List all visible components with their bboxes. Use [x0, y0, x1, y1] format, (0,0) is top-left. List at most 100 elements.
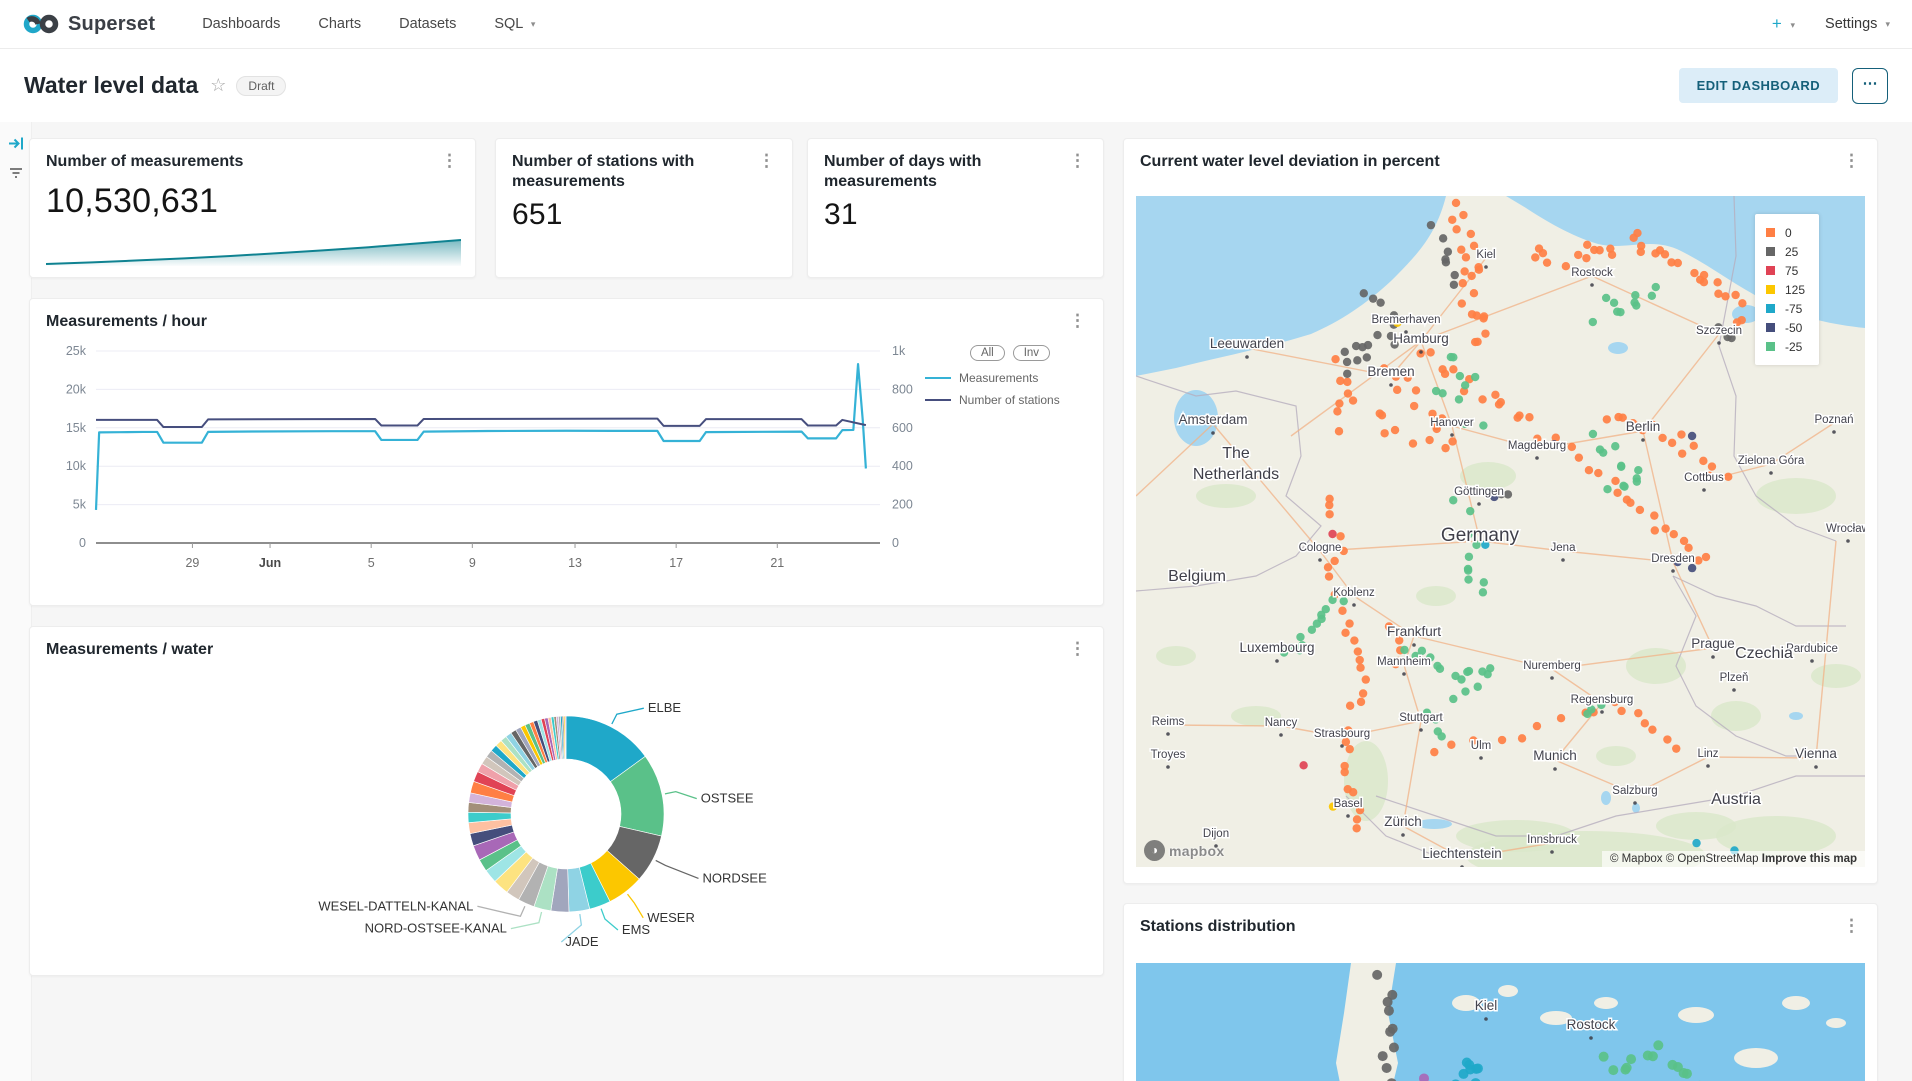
station-dot[interactable] — [1680, 537, 1688, 545]
station-dot[interactable] — [1610, 299, 1618, 307]
map-legend-item[interactable]: 0 — [1766, 223, 1805, 242]
station-dot[interactable] — [1583, 241, 1591, 249]
kebab-menu-icon[interactable]: ⋮ — [1066, 312, 1089, 329]
kebab-menu-icon[interactable]: ⋮ — [438, 152, 461, 169]
station-dot[interactable] — [1699, 457, 1707, 465]
station-dot[interactable] — [1700, 271, 1708, 279]
station-dot[interactable] — [1661, 524, 1669, 532]
station-dot[interactable] — [1465, 667, 1473, 675]
station-dot[interactable] — [1481, 329, 1489, 337]
station-dot[interactable] — [1651, 526, 1659, 534]
station-dot[interactable] — [1543, 258, 1551, 266]
station-dot[interactable] — [1661, 250, 1669, 258]
station-dot[interactable] — [1447, 353, 1455, 361]
station-dot[interactable] — [1299, 761, 1307, 769]
station-dot[interactable] — [1504, 490, 1512, 498]
station-dot[interactable] — [1491, 391, 1499, 399]
station-dot[interactable] — [1437, 732, 1445, 740]
station-dot[interactable] — [1602, 294, 1610, 302]
station-dot[interactable] — [1582, 254, 1590, 262]
station-dot[interactable] — [1448, 216, 1456, 224]
station-dot[interactable] — [1611, 477, 1619, 485]
station-dot[interactable] — [1724, 473, 1732, 481]
station-dot[interactable] — [1626, 1054, 1636, 1064]
station-dot[interactable] — [1594, 469, 1602, 477]
station-dot[interactable] — [1483, 670, 1491, 678]
station-dot[interactable] — [1650, 511, 1658, 519]
map-viewport[interactable]: KielRostockBremerhaven — [1136, 963, 1865, 1081]
station-dot[interactable] — [1603, 415, 1611, 423]
station-dot[interactable] — [1378, 1051, 1388, 1061]
station-dot[interactable] — [1333, 407, 1341, 415]
station-dot[interactable] — [1335, 399, 1343, 407]
station-dot[interactable] — [1336, 377, 1344, 385]
station-dot[interactable] — [1325, 510, 1333, 518]
station-dot[interactable] — [1341, 629, 1349, 637]
station-dot[interactable] — [1343, 378, 1351, 386]
station-dot[interactable] — [1350, 636, 1358, 644]
station-dot[interactable] — [1380, 429, 1388, 437]
legend-inv-button[interactable]: Inv — [1013, 345, 1050, 361]
kebab-menu-icon[interactable]: ⋮ — [1066, 152, 1089, 169]
station-dot[interactable] — [1462, 253, 1470, 261]
station-dot[interactable] — [1606, 244, 1614, 252]
station-dot[interactable] — [1702, 553, 1710, 561]
station-dot[interactable] — [1690, 442, 1698, 450]
station-dot[interactable] — [1456, 372, 1464, 380]
station-dot[interactable] — [1690, 269, 1698, 277]
station-dot[interactable] — [1340, 768, 1348, 776]
station-dot[interactable] — [1459, 1069, 1469, 1079]
station-dot[interactable] — [1349, 788, 1357, 796]
nav-datasets[interactable]: Datasets — [380, 16, 475, 32]
map-legend-item[interactable]: -50 — [1766, 318, 1805, 337]
kebab-menu-icon[interactable]: ⋮ — [1840, 152, 1863, 169]
station-dot[interactable] — [1335, 427, 1343, 435]
station-dot[interactable] — [1633, 229, 1641, 237]
station-dot[interactable] — [1458, 299, 1466, 307]
station-dot[interactable] — [1410, 402, 1418, 410]
station-dot[interactable] — [1731, 291, 1739, 299]
station-dot[interactable] — [1641, 719, 1649, 727]
station-dot[interactable] — [1400, 646, 1408, 654]
station-dot[interactable] — [1343, 370, 1351, 378]
station-dot[interactable] — [1356, 656, 1364, 664]
station-dot[interactable] — [1464, 575, 1472, 583]
station-dot[interactable] — [1518, 734, 1526, 742]
station-dot[interactable] — [1633, 474, 1641, 482]
map-legend-item[interactable]: 75 — [1766, 261, 1805, 280]
station-dot[interactable] — [1449, 365, 1457, 373]
station-dot[interactable] — [1449, 695, 1457, 703]
station-dot[interactable] — [1352, 824, 1360, 832]
station-dot[interactable] — [1376, 409, 1384, 417]
mapbox-logo[interactable]: ◑ mapbox — [1144, 840, 1224, 861]
station-dot[interactable] — [1674, 259, 1682, 267]
station-dot[interactable] — [1345, 619, 1353, 627]
station-dot[interactable] — [1622, 1063, 1632, 1073]
station-dot[interactable] — [1574, 251, 1582, 259]
station-dot[interactable] — [1325, 501, 1333, 509]
station-dot[interactable] — [1441, 255, 1449, 263]
station-dot[interactable] — [1471, 373, 1479, 381]
station-dot[interactable] — [1451, 271, 1459, 279]
station-dot[interactable] — [1595, 246, 1603, 254]
station-dot[interactable] — [1430, 748, 1438, 756]
station-dot[interactable] — [1336, 532, 1344, 540]
station-dot[interactable] — [1714, 290, 1722, 298]
station-dot[interactable] — [1652, 283, 1660, 291]
station-dot[interactable] — [1359, 689, 1367, 697]
station-dot[interactable] — [1684, 544, 1692, 552]
station-dot[interactable] — [1393, 386, 1401, 394]
station-dot[interactable] — [1672, 744, 1680, 752]
station-dot[interactable] — [1409, 439, 1417, 447]
station-dot[interactable] — [1626, 499, 1634, 507]
station-dot[interactable] — [1372, 970, 1382, 980]
station-dot[interactable] — [1617, 463, 1625, 471]
station-dot[interactable] — [1688, 564, 1696, 572]
station-dot[interactable] — [1679, 1068, 1689, 1078]
legend-all-button[interactable]: All — [970, 345, 1005, 361]
station-dot[interactable] — [1412, 386, 1420, 394]
station-dot[interactable] — [1670, 530, 1678, 538]
station-dot[interactable] — [1325, 572, 1333, 580]
station-dot[interactable] — [1474, 683, 1482, 691]
station-dot[interactable] — [1341, 348, 1349, 356]
